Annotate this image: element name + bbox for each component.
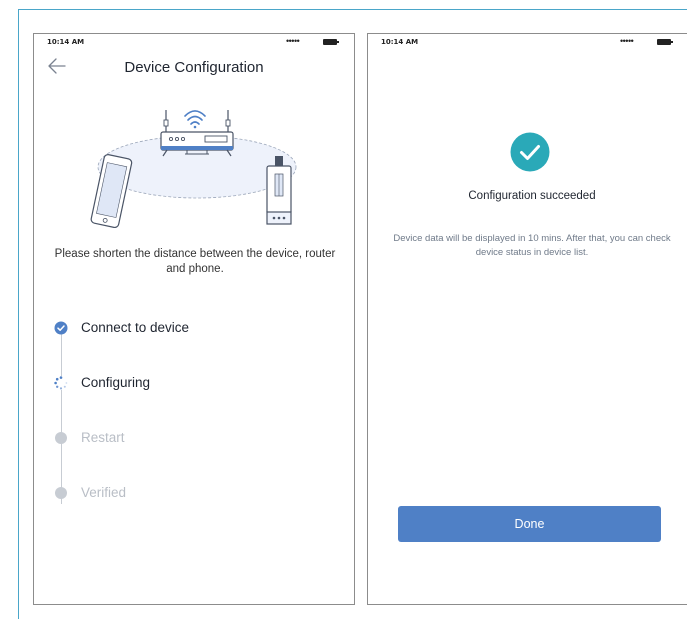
dot-icon: [55, 487, 67, 499]
page-frame-top: [18, 9, 687, 10]
dot-icon: [55, 432, 67, 444]
status-time: 10:14 AM: [381, 38, 419, 46]
step-label: Connect to device: [81, 320, 190, 335]
step-configuring: Configuring: [52, 373, 342, 393]
device-router-phone-illustration: [90, 110, 297, 228]
status-bar: 10:14 AM •••••: [368, 34, 687, 50]
success-description: Device data will be displayed in 10 mins…: [393, 233, 671, 258]
distance-hint: Please shorten the distance between the …: [54, 248, 336, 275]
battery-icon: [657, 39, 673, 45]
step-connect-to-device: Connect to device: [52, 318, 342, 338]
steps-connector-line: [61, 328, 62, 504]
success-title: Configuration succeeded: [468, 190, 596, 202]
signal-icon: •••••: [620, 36, 634, 46]
step-label: Configuring: [81, 375, 151, 390]
configuration-steps: Connect to device Configuring Restart Ve…: [34, 314, 354, 514]
done-button[interactable]: Done: [398, 506, 661, 542]
step-label: Verified: [81, 485, 127, 500]
configuration-success-screen: 10:14 AM ••••• Configuration succeeded D…: [367, 33, 687, 605]
step-label: Restart: [81, 430, 125, 445]
step-verified: Verified: [52, 483, 342, 503]
page-frame-left: [18, 9, 19, 619]
page-title: Device Configuration: [124, 59, 264, 76]
signal-icon: •••••: [286, 36, 300, 46]
status-bar: 10:14 AM •••••: [34, 34, 354, 50]
step-restart: Restart: [52, 428, 342, 448]
check-circle-icon: [510, 132, 550, 172]
status-time: 10:14 AM: [47, 38, 85, 46]
check-circle-icon: [54, 321, 68, 335]
battery-icon: [323, 39, 339, 45]
spinner-icon: [54, 376, 68, 390]
device-configuration-screen: 10:14 AM ••••• Device Configuration Plea…: [33, 33, 355, 605]
